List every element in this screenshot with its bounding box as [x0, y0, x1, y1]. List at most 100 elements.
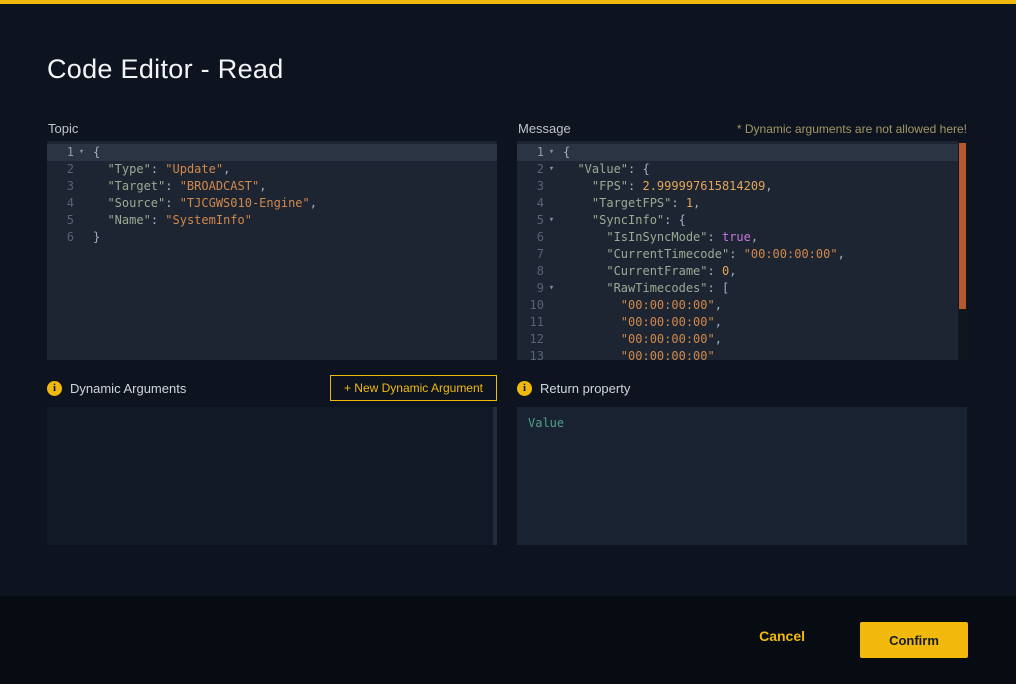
code-line[interactable]: 9▾ "RawTimecodes": [ [517, 280, 967, 297]
cancel-button[interactable]: Cancel [753, 627, 811, 645]
fold-spacer [74, 212, 89, 229]
code-token: : [165, 196, 179, 210]
line-number: 12 [517, 331, 544, 348]
code-line[interactable]: 1▾{ [517, 144, 967, 161]
code-line[interactable]: 5▾ "SyncInfo": { [517, 212, 967, 229]
gutter: 5 [47, 212, 93, 229]
return-property-label: Return property [540, 381, 630, 396]
code-token: : [165, 179, 179, 193]
code-line[interactable]: 7 "CurrentTimecode": "00:00:00:00", [517, 246, 967, 263]
code-line[interactable]: 6} [47, 229, 497, 246]
code-line[interactable]: 13 "00:00:00:00" [517, 348, 967, 360]
code-token: "00:00:00:00" [621, 298, 715, 312]
code-line[interactable]: 3 "Target": "BROADCAST", [47, 178, 497, 195]
code-token: , [751, 230, 758, 244]
code-token: : [664, 213, 678, 227]
fold-spacer [74, 195, 89, 212]
gutter: 13 [517, 348, 563, 360]
line-number: 1 [47, 144, 74, 161]
fold-arrow-icon[interactable]: ▾ [544, 161, 559, 178]
topic-label: Topic [48, 121, 78, 136]
gutter: 10 [517, 297, 563, 314]
code-token: "FPS" [592, 179, 628, 193]
code-token: "Name" [107, 213, 150, 227]
code-line[interactable]: 3 "FPS": 2.999997615814209, [517, 178, 967, 195]
line-number: 5 [47, 212, 74, 229]
code-lines: 1▾{2 "Type": "Update",3 "Target": "BROAD… [47, 141, 497, 246]
code-token: , [715, 298, 722, 312]
code-token: } [93, 230, 100, 244]
code-text: { [563, 144, 570, 161]
info-icon[interactable]: i [47, 381, 62, 396]
fold-spacer [544, 348, 559, 360]
code-token: "00:00:00:00" [621, 315, 715, 329]
code-token: "SystemInfo" [165, 213, 252, 227]
code-text: { [93, 144, 100, 161]
code-line[interactable]: 2 "Type": "Update", [47, 161, 497, 178]
dynamic-arguments-label: Dynamic Arguments [70, 381, 186, 396]
gutter: 6 [517, 229, 563, 246]
code-line[interactable]: 11 "00:00:00:00", [517, 314, 967, 331]
fold-arrow-icon[interactable]: ▾ [544, 280, 559, 297]
code-token: "00:00:00:00" [621, 349, 715, 360]
code-line[interactable]: 10 "00:00:00:00", [517, 297, 967, 314]
code-token: "RawTimecodes" [606, 281, 707, 295]
gutter: 4 [517, 195, 563, 212]
scrollbar-thumb[interactable] [959, 143, 966, 309]
code-token: : [729, 247, 743, 261]
code-token: , [838, 247, 845, 261]
fold-arrow-icon[interactable]: ▾ [74, 144, 89, 161]
line-number: 4 [517, 195, 544, 212]
code-line[interactable]: 4 "TargetFPS": 1, [517, 195, 967, 212]
fold-arrow-icon[interactable]: ▾ [544, 212, 559, 229]
info-icon[interactable]: i [517, 381, 532, 396]
line-number: 11 [517, 314, 544, 331]
code-token: "Update" [165, 162, 223, 176]
code-line[interactable]: 5 "Name": "SystemInfo" [47, 212, 497, 229]
new-dynamic-argument-button[interactable]: + New Dynamic Argument [330, 375, 497, 401]
code-token: , [223, 162, 230, 176]
fold-spacer [74, 229, 89, 246]
code-token: , [310, 196, 317, 210]
code-text: "00:00:00:00", [563, 314, 722, 331]
return-property-input[interactable]: Value [517, 407, 967, 545]
scrollbar-track[interactable] [958, 141, 967, 360]
code-token: "SyncInfo" [592, 213, 664, 227]
code-line[interactable]: 4 "Source": "TJCGWS010-Engine", [47, 195, 497, 212]
top-accent-bar [0, 0, 1016, 4]
confirm-button[interactable]: Confirm [860, 622, 968, 658]
dynamic-arguments-list [47, 407, 497, 545]
code-token: "CurrentTimecode" [606, 247, 729, 261]
message-label: Message [518, 121, 571, 136]
code-line[interactable]: 2▾ "Value": { [517, 161, 967, 178]
code-token: "00:00:00:00" [744, 247, 838, 261]
code-text: "FPS": 2.999997615814209, [563, 178, 773, 195]
topic-code-editor[interactable]: 1▾{2 "Type": "Update",3 "Target": "BROAD… [47, 141, 497, 360]
line-number: 7 [517, 246, 544, 263]
code-token: { [563, 145, 570, 159]
gutter: 1▾ [517, 144, 563, 161]
gutter: 1▾ [47, 144, 93, 161]
gutter: 11 [517, 314, 563, 331]
code-token: "00:00:00:00" [621, 332, 715, 346]
code-token: : [151, 162, 165, 176]
fold-spacer [544, 263, 559, 280]
message-code-editor[interactable]: 1▾{2▾ "Value": {3 "FPS": 2.9999976158142… [517, 141, 967, 360]
code-line[interactable]: 6 "IsInSyncMode": true, [517, 229, 967, 246]
line-number: 3 [47, 178, 74, 195]
code-token: "IsInSyncMode" [606, 230, 707, 244]
code-token: [ [722, 281, 729, 295]
code-lines: 1▾{2▾ "Value": {3 "FPS": 2.9999976158142… [517, 141, 967, 360]
code-token: "TJCGWS010-Engine" [180, 196, 310, 210]
dynamic-arguments-note: * Dynamic arguments are not allowed here… [737, 122, 967, 136]
code-token: : [708, 230, 722, 244]
code-line[interactable]: 1▾{ [47, 144, 497, 161]
line-number: 2 [47, 161, 74, 178]
fold-arrow-icon[interactable]: ▾ [544, 144, 559, 161]
line-number: 9 [517, 280, 544, 297]
code-text: "00:00:00:00", [563, 297, 722, 314]
code-line[interactable]: 12 "00:00:00:00", [517, 331, 967, 348]
code-token: : [671, 196, 685, 210]
gutter: 12 [517, 331, 563, 348]
code-line[interactable]: 8 "CurrentFrame": 0, [517, 263, 967, 280]
